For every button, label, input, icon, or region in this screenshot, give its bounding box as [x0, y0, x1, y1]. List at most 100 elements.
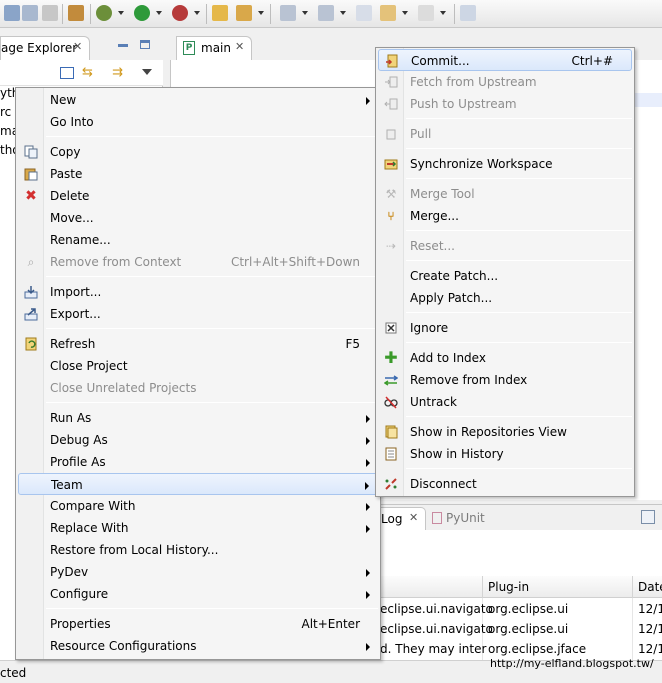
open-type-icon[interactable] — [68, 5, 84, 21]
print-icon[interactable] — [42, 5, 58, 21]
focus-icon[interactable]: ⇉ — [112, 66, 126, 79]
close-icon[interactable]: ✕ — [235, 40, 244, 53]
menu-item-configure[interactable]: Configure — [18, 583, 378, 605]
open-folder-icon[interactable] — [212, 5, 228, 21]
tab-package-explorer[interactable]: age Explorer ✕ — [0, 36, 90, 60]
link-with-editor-icon[interactable]: ⇆ — [82, 66, 96, 79]
log-cell-plugin[interactable]: org.eclipse.jface — [488, 642, 586, 656]
tab-log[interactable]: Log ✕ — [376, 507, 426, 530]
menu-item-create-patch[interactable]: Create Patch... — [378, 265, 632, 287]
menu-item-restore-from-local-history[interactable]: Restore from Local History... — [18, 539, 378, 561]
menu-item-disconnect[interactable]: Disconnect — [378, 473, 632, 495]
log-cell-date[interactable]: 12/1 — [638, 642, 662, 656]
menu-item-compare-with[interactable]: Compare With — [18, 495, 378, 517]
tree-item[interactable]: rc — [0, 105, 11, 119]
menu-item-close-project[interactable]: Close Project — [18, 355, 378, 377]
menu-item-new[interactable]: New — [18, 89, 378, 111]
submenu-arrow-icon — [366, 97, 370, 105]
external-tools-icon[interactable] — [172, 5, 188, 21]
run-icon[interactable] — [134, 5, 150, 21]
menu-item-profile-as[interactable]: Profile As — [18, 451, 378, 473]
log-cell-message[interactable]: eclipse.ui.navigato — [380, 602, 493, 616]
forward-icon[interactable] — [418, 5, 434, 21]
minimize-icon[interactable] — [118, 44, 128, 47]
log-cell-plugin[interactable]: org.eclipse.ui — [488, 602, 568, 616]
menu-item-add-to-index[interactable]: ✚ Add to Index — [378, 347, 632, 369]
prev-annotation-icon[interactable] — [318, 5, 334, 21]
menu-item-merge-tool[interactable]: ⚒ Merge Tool — [378, 183, 632, 205]
run-dropdown-icon[interactable] — [156, 11, 162, 15]
menu-item-run-as[interactable]: Run As — [18, 407, 378, 429]
menu-item-go-into[interactable]: Go Into — [18, 111, 378, 133]
python-file-icon: P — [183, 41, 195, 55]
menu-item-rename[interactable]: Rename... — [18, 229, 378, 251]
forward-dropdown-icon[interactable] — [440, 11, 446, 15]
menu-item-ignore[interactable]: Ignore — [378, 317, 632, 339]
column-header-date[interactable]: Date — [638, 580, 662, 594]
open-perspective-icon[interactable] — [460, 5, 476, 21]
next-annotation-dropdown-icon[interactable] — [302, 11, 308, 15]
menu-item-apply-patch[interactable]: Apply Patch... — [378, 287, 632, 309]
menu-item-pydev[interactable]: PyDev — [18, 561, 378, 583]
menu-separator — [46, 276, 378, 277]
menu-item-synchronize-workspace[interactable]: Synchronize Workspace — [378, 153, 632, 175]
menu-item-refresh[interactable]: Refresh F5 — [18, 333, 378, 355]
menu-item-merge[interactable]: ⑂ Merge... — [378, 205, 632, 227]
menu-item-untrack[interactable]: Untrack — [378, 391, 632, 413]
close-icon[interactable]: ✕ — [73, 40, 82, 53]
menu-item-paste[interactable]: Paste — [18, 163, 378, 185]
back-icon[interactable] — [380, 5, 396, 21]
pull-icon — [383, 126, 399, 142]
external-tools-dropdown-icon[interactable] — [194, 11, 200, 15]
menu-item-export[interactable]: Export... — [18, 303, 378, 325]
menu-item-move[interactable]: Move... — [18, 207, 378, 229]
menu-item-delete[interactable]: ✖ Delete — [18, 185, 378, 207]
debug-icon[interactable] — [96, 5, 112, 21]
tab-main[interactable]: P main ✕ — [176, 36, 252, 60]
log-cell-date[interactable]: 12/1 — [638, 622, 662, 636]
log-cell-message[interactable]: eclipse.ui.navigato — [380, 622, 493, 636]
next-annotation-icon[interactable] — [280, 5, 296, 21]
menu-item-resource-configurations[interactable]: Resource Configurations — [18, 635, 378, 657]
menu-item-commit[interactable]: Commit... Ctrl+# — [378, 49, 632, 71]
menu-item-reset[interactable]: ⇢ Reset... — [378, 235, 632, 257]
open-log-icon[interactable] — [641, 510, 655, 524]
menu-item-label: Show in Repositories View — [410, 425, 567, 439]
menu-item-remove-from-context[interactable]: ⌕ Remove from Context Ctrl+Alt+Shift+Down — [18, 251, 378, 273]
menu-item-fetch-from-upstream[interactable]: Fetch from Upstream — [378, 71, 632, 93]
log-cell-date[interactable]: 12/1 — [638, 602, 662, 616]
debug-dropdown-icon[interactable] — [118, 11, 124, 15]
menu-item-debug-as[interactable]: Debug As — [18, 429, 378, 451]
menu-item-properties[interactable]: Properties Alt+Enter — [18, 613, 378, 635]
collapse-all-icon[interactable] — [60, 67, 74, 79]
close-icon[interactable]: ✕ — [409, 511, 418, 524]
prev-annotation-dropdown-icon[interactable] — [340, 11, 346, 15]
repositories-view-icon — [383, 424, 399, 440]
submenu-arrow-icon — [366, 643, 370, 651]
menu-item-team[interactable]: Team — [18, 473, 378, 495]
menu-item-label: Profile As — [50, 455, 106, 469]
tab-pyunit[interactable]: PyUnit — [432, 511, 485, 525]
pin-dropdown-icon[interactable] — [258, 11, 264, 15]
column-header-plugin[interactable]: Plug-in — [488, 580, 529, 594]
menu-item-import[interactable]: Import... — [18, 281, 378, 303]
menu-item-show-in-repositories-view[interactable]: Show in Repositories View — [378, 421, 632, 443]
merge-tool-icon: ⚒ — [385, 187, 397, 201]
back-dropdown-icon[interactable] — [402, 11, 408, 15]
last-edit-icon[interactable] — [356, 5, 372, 21]
log-cell-message[interactable]: d. They may inter — [380, 642, 486, 656]
menu-item-close-unrelated-projects[interactable]: Close Unrelated Projects — [18, 377, 378, 399]
log-cell-plugin[interactable]: org.eclipse.ui — [488, 622, 568, 636]
menu-item-replace-with[interactable]: Replace With — [18, 517, 378, 539]
save-icon[interactable] — [4, 5, 20, 21]
menu-item-remove-from-index[interactable]: Remove from Index — [378, 369, 632, 391]
menu-item-show-in-history[interactable]: Show in History — [378, 443, 632, 465]
pin-icon[interactable] — [236, 5, 252, 21]
menu-item-pull[interactable]: Pull — [378, 123, 632, 145]
maximize-icon[interactable] — [140, 40, 150, 49]
menu-item-copy[interactable]: Copy — [18, 141, 378, 163]
view-menu-icon[interactable] — [142, 69, 152, 75]
remove-from-index-icon — [383, 372, 399, 388]
menu-item-push-to-upstream[interactable]: Push to Upstream — [378, 93, 632, 115]
save-all-icon[interactable] — [22, 5, 38, 21]
